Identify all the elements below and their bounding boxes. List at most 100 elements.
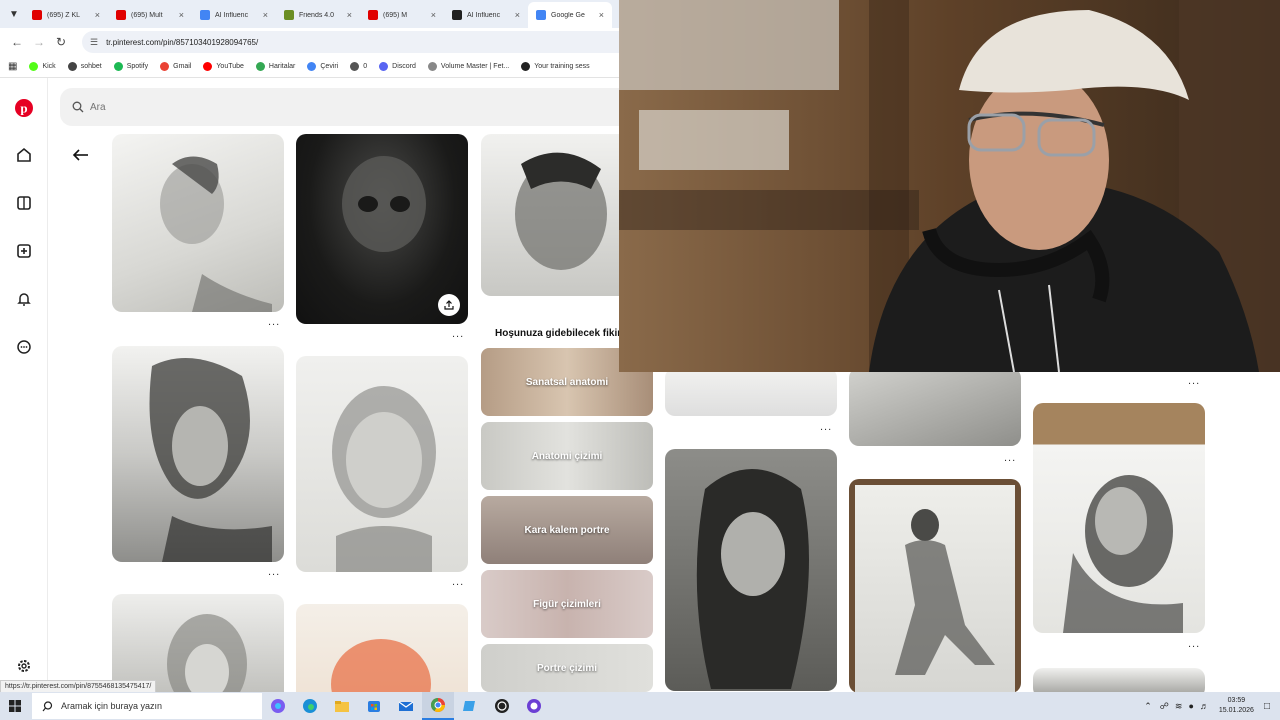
pin-profile-sketch[interactable] bbox=[112, 134, 284, 312]
messages-icon[interactable] bbox=[14, 337, 34, 357]
create-icon[interactable] bbox=[14, 241, 34, 261]
webcam-overlay bbox=[619, 0, 1280, 372]
tab-close-icon[interactable]: × bbox=[599, 10, 604, 20]
bookmark-label: Haritalar bbox=[268, 63, 296, 70]
pin-woman-portrait[interactable] bbox=[665, 449, 837, 691]
bookmark-favicon-icon bbox=[379, 62, 389, 71]
bookmark-item[interactable]: 0 bbox=[350, 62, 367, 71]
chip-portre-cizimi[interactable]: Portre çizimi bbox=[481, 644, 653, 692]
tray-chevron-icon[interactable]: ⌃ bbox=[1144, 701, 1152, 712]
suggestions-title: Hoşunuza gidebilecek fikirler bbox=[495, 328, 634, 339]
bookmark-item[interactable]: Haritalar bbox=[255, 62, 296, 71]
pin-sketch-bottom[interactable] bbox=[1033, 668, 1205, 692]
pin-charcoal-skull[interactable] bbox=[112, 346, 284, 562]
mic-icon[interactable]: ● bbox=[1188, 701, 1193, 711]
tab-close-icon[interactable]: × bbox=[347, 10, 352, 20]
explore-icon[interactable] bbox=[14, 193, 34, 213]
pinterest-logo-icon[interactable]: p bbox=[14, 98, 34, 118]
settings-icon[interactable] bbox=[14, 656, 34, 676]
tab-close-icon[interactable]: × bbox=[179, 10, 184, 20]
obs-icon[interactable] bbox=[486, 692, 518, 720]
pin-more-icon[interactable]: ... bbox=[268, 316, 280, 328]
pin-more-icon[interactable]: ... bbox=[268, 566, 280, 578]
pin-red-sketch[interactable] bbox=[296, 604, 468, 692]
pin-more-icon[interactable]: ... bbox=[452, 328, 464, 340]
browser-tab[interactable]: (695) M × bbox=[360, 2, 444, 28]
bookmark-item[interactable]: Gmail bbox=[160, 62, 191, 71]
file-explorer-icon[interactable] bbox=[326, 692, 358, 720]
pin-more-icon[interactable]: ... bbox=[820, 421, 832, 433]
pin-dark-skull[interactable] bbox=[296, 134, 468, 324]
search-input[interactable] bbox=[90, 101, 490, 113]
forward-icon[interactable]: → bbox=[28, 31, 50, 53]
pin-draped-figure[interactable] bbox=[849, 368, 1021, 446]
taskbar-search[interactable]: Aramak için buraya yazın bbox=[32, 693, 262, 719]
bookmark-label: YouTube bbox=[216, 63, 244, 70]
chip-anatomi-cizimi[interactable]: Anatomi çizimi bbox=[481, 422, 653, 490]
app-blue-icon[interactable] bbox=[454, 692, 486, 720]
bookmark-label: Kick bbox=[42, 63, 56, 70]
browser-tab[interactable]: (695) Mult × bbox=[108, 2, 192, 28]
apps-icon[interactable]: ▦ bbox=[8, 61, 17, 72]
copilot-icon[interactable] bbox=[262, 692, 294, 720]
bookmark-label: 0 bbox=[363, 63, 368, 70]
back-icon[interactable]: ← bbox=[6, 31, 28, 53]
bookmark-item[interactable]: Volume Master | Fet... bbox=[427, 62, 509, 71]
network-icon[interactable]: ☍ bbox=[1160, 701, 1169, 712]
bookmark-item[interactable]: Çeviri bbox=[307, 62, 338, 71]
bookmark-favicon-icon bbox=[29, 62, 39, 71]
browser-tab[interactable]: Friends 4.0 × bbox=[276, 2, 360, 28]
home-icon[interactable] bbox=[14, 145, 34, 165]
notifications-icon[interactable] bbox=[14, 289, 34, 309]
pin-old-man-sketch[interactable] bbox=[296, 356, 468, 572]
pin-man-charcoal[interactable] bbox=[481, 134, 631, 296]
tab-search-icon[interactable]: ▼ bbox=[4, 4, 24, 24]
bookmark-item[interactable]: Your training sess bbox=[521, 62, 590, 71]
tab-close-icon[interactable]: × bbox=[95, 10, 100, 20]
chip-figur-cizimleri[interactable]: Figür çizimleri bbox=[481, 570, 653, 638]
tab-close-icon[interactable]: × bbox=[263, 10, 268, 20]
app-purple-icon[interactable] bbox=[518, 692, 550, 720]
bookmark-favicon-icon bbox=[521, 62, 531, 71]
bookmark-favicon-icon bbox=[113, 62, 123, 71]
tab-close-icon[interactable]: × bbox=[515, 10, 520, 20]
site-info-icon[interactable]: ☰ bbox=[90, 37, 98, 48]
pin-more-icon[interactable]: ... bbox=[452, 576, 464, 588]
share-icon[interactable] bbox=[438, 294, 460, 316]
chrome-icon[interactable] bbox=[422, 692, 454, 720]
browser-tab[interactable]: AI Influenc × bbox=[192, 2, 276, 28]
bookmark-label: Spotify bbox=[126, 63, 149, 70]
bookmark-label: sohbet bbox=[80, 63, 102, 70]
edge-icon[interactable] bbox=[294, 692, 326, 720]
bookmark-item[interactable]: YouTube bbox=[203, 62, 244, 71]
bookmark-item[interactable]: Spotify bbox=[113, 62, 149, 71]
svg-text:p: p bbox=[20, 101, 27, 116]
tab-close-icon[interactable]: × bbox=[431, 10, 436, 20]
browser-tab[interactable]: AI Influenc × bbox=[444, 2, 528, 28]
bookmark-label: Çeviri bbox=[320, 63, 339, 70]
browser-tab[interactable]: Google Ge × bbox=[528, 2, 612, 28]
pin-woman-sketch[interactable] bbox=[112, 594, 284, 692]
notification-center-icon[interactable]: □ bbox=[1264, 701, 1270, 712]
pin-bearded-man[interactable] bbox=[1033, 403, 1205, 633]
store-icon[interactable] bbox=[358, 692, 390, 720]
pin-more-icon[interactable]: ... bbox=[1188, 638, 1200, 650]
pin-more-icon[interactable]: ... bbox=[1188, 375, 1200, 387]
pin-seated-figure[interactable] bbox=[849, 479, 1021, 692]
mail-icon[interactable] bbox=[390, 692, 422, 720]
start-icon[interactable] bbox=[0, 692, 30, 720]
pin-figure-partial[interactable] bbox=[665, 368, 837, 416]
browser-tab[interactable]: (695) Z KL × bbox=[24, 2, 108, 28]
bookmark-item[interactable]: Kick bbox=[29, 62, 56, 71]
clock[interactable]: 03:59 15.01.2026 bbox=[1219, 696, 1254, 716]
bookmark-item[interactable]: sohbet bbox=[67, 62, 102, 71]
back-arrow-icon[interactable] bbox=[70, 144, 92, 166]
pin-more-icon[interactable]: ... bbox=[1004, 452, 1016, 464]
chip-kara-kalem-portre[interactable]: Kara kalem portre bbox=[481, 496, 653, 564]
reload-icon[interactable]: ↻ bbox=[50, 31, 72, 53]
tab-title: AI Influenc bbox=[467, 11, 501, 19]
wifi-icon[interactable]: ≋ bbox=[1175, 701, 1183, 712]
bookmark-item[interactable]: Discord bbox=[379, 62, 416, 71]
volume-icon[interactable]: ♬ bbox=[1200, 701, 1209, 711]
url-text: tr.pinterest.com/pin/857103401928094765/ bbox=[106, 37, 259, 47]
